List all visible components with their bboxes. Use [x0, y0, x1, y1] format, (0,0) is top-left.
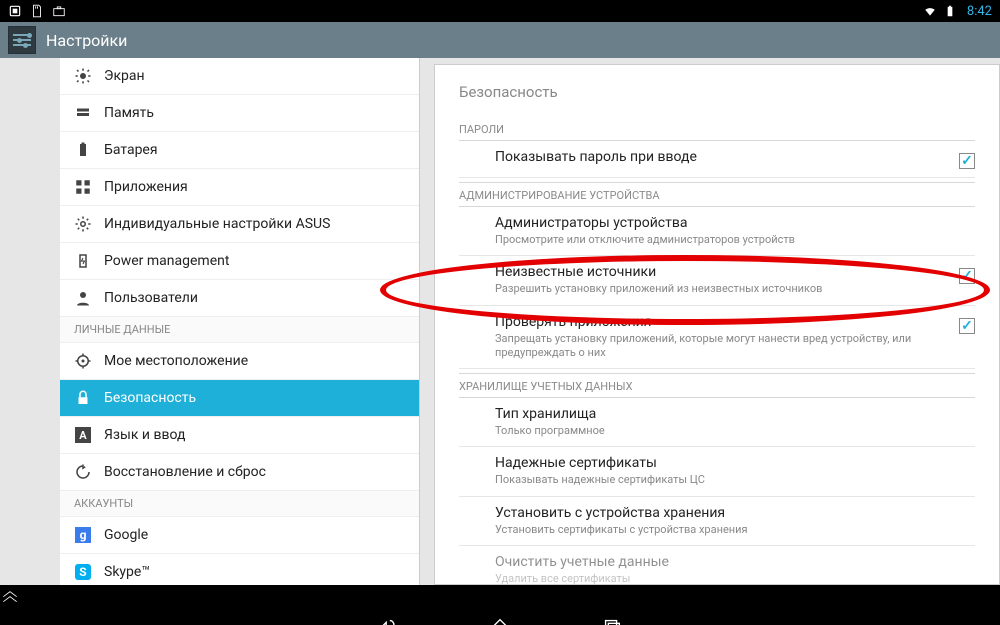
- pref-trusted-credentials[interactable]: Надежные сертификаты Показывать надежные…: [459, 447, 975, 496]
- pref-storage-type[interactable]: Тип хранилища Только программное: [459, 398, 975, 447]
- sidebar-item-power[interactable]: Power management: [60, 243, 419, 280]
- sidebar-item-google[interactable]: g Google: [60, 517, 419, 554]
- pref-sub: Только программное: [495, 424, 975, 438]
- sidebar-item-label: Индивидуальные настройки ASUS: [104, 216, 330, 232]
- gear-icon: [74, 215, 92, 233]
- sidebar-item-label: Язык и ввод: [104, 427, 185, 443]
- battery-icon: [943, 4, 957, 18]
- status-bar: 8:42: [0, 0, 1000, 22]
- pref-sub: Показывать надежные сертификаты ЦС: [495, 473, 975, 487]
- app-title: Настройки: [46, 31, 127, 50]
- sidebar-item-skype[interactable]: S Skype™: [60, 554, 419, 585]
- backup-icon: [74, 463, 92, 481]
- sidebar-item-battery[interactable]: Батарея: [60, 132, 419, 169]
- nav-expand-icon[interactable]: [0, 585, 1000, 609]
- pref-show-password[interactable]: Показывать пароль при вводе: [459, 141, 975, 178]
- pref-clear-credentials[interactable]: Очистить учетные данные Удалить все серт…: [459, 546, 975, 585]
- sidebar-item-asus[interactable]: Индивидуальные настройки ASUS: [60, 206, 419, 243]
- power-icon: [74, 252, 92, 270]
- pref-verify-apps[interactable]: Проверять приложения Запрещать установку…: [459, 306, 975, 370]
- pref-sub: Просмотрите или отключите администраторо…: [495, 233, 975, 247]
- content: Экран Память Батарея Приложения Индивиду…: [0, 58, 1000, 585]
- pref-install-from-storage[interactable]: Установить с устройства хранения Установ…: [459, 497, 975, 546]
- sidebar-item-security[interactable]: Безопасность: [60, 380, 419, 417]
- pref-sub: Разрешить установку приложений из неизве…: [495, 282, 947, 296]
- sidebar-item-label: Экран: [104, 68, 145, 84]
- pref-title: Тип хранилища: [495, 406, 975, 422]
- section-admin: АДМИНИСТРИРОВАНИЕ УСТРОЙСТВА: [459, 182, 975, 207]
- sidebar-item-backup[interactable]: Восстановление и сброс: [60, 454, 419, 491]
- pref-sub: Запрещать установку приложений, которые …: [495, 332, 947, 361]
- pref-sub: Установить сертификаты с устройства хран…: [495, 523, 975, 537]
- sidebar-item-label: Батарея: [104, 142, 158, 158]
- nav-bar: [0, 585, 1000, 625]
- screenshot-icon: [8, 4, 22, 18]
- sidebar-item-users[interactable]: Пользователи: [60, 280, 419, 317]
- battery-icon: [74, 141, 92, 159]
- briefcase-icon: [52, 4, 66, 18]
- checkbox-verify-apps[interactable]: [959, 318, 975, 334]
- status-clock: 8:42: [967, 4, 992, 19]
- sidebar-item-label: Приложения: [104, 179, 188, 195]
- sidebar-section-accounts: АККАУНТЫ: [60, 491, 419, 517]
- sidebar-item-label: Skype™: [104, 564, 150, 580]
- display-icon: [74, 67, 92, 85]
- pref-title: Проверять приложения: [495, 314, 947, 330]
- pref-title: Неизвестные источники: [495, 264, 947, 280]
- sidebar-section-personal: ЛИЧНЫЕ ДАННЫЕ: [60, 317, 419, 343]
- sidebar-item-label: Безопасность: [104, 390, 196, 406]
- status-left-icons: [8, 4, 66, 18]
- storage-icon: [74, 104, 92, 122]
- sidebar-item-label: Восстановление и сброс: [104, 464, 266, 480]
- section-credential-storage: ХРАНИЛИЩЕ УЧЕТНЫХ ДАННЫХ: [459, 373, 975, 398]
- sidebar-item-label: Память: [104, 105, 154, 121]
- screen: 8:42 Настройки Экран Память Батарея: [0, 0, 1000, 625]
- wifi-icon: [923, 4, 937, 18]
- apps-icon: [74, 178, 92, 196]
- sidebar-item-storage[interactable]: Память: [60, 95, 419, 132]
- sidebar-item-display[interactable]: Экран: [60, 58, 419, 95]
- security-panel[interactable]: Безопасность ПАРОЛИ Показывать пароль пр…: [434, 64, 1000, 585]
- pref-device-admins[interactable]: Администраторы устройства Просмотрите ил…: [459, 207, 975, 256]
- settings-sidebar[interactable]: Экран Память Батарея Приложения Индивиду…: [60, 58, 420, 585]
- nav-home-button[interactable]: [489, 616, 511, 625]
- sidebar-item-label: Мое местоположение: [104, 353, 248, 369]
- pref-title: Очистить учетные данные: [495, 554, 975, 570]
- sidebar-item-label: Пользователи: [104, 290, 198, 306]
- sidebar-item-language[interactable]: A Язык и ввод: [60, 417, 419, 454]
- google-icon: g: [74, 526, 92, 544]
- nav-recent-button[interactable]: [601, 616, 623, 625]
- pref-unknown-sources[interactable]: Неизвестные источники Разрешить установк…: [459, 256, 975, 305]
- lock-icon: [74, 389, 92, 407]
- status-right-icons: 8:42: [923, 4, 992, 19]
- skype-icon: S: [74, 563, 92, 581]
- nav-back-button[interactable]: [377, 616, 399, 625]
- checkbox-show-password[interactable]: [959, 153, 975, 169]
- sd-icon: [30, 4, 44, 18]
- pref-title: Установить с устройства хранения: [495, 505, 975, 521]
- sidebar-item-label: Google: [104, 527, 148, 543]
- panel-title: Безопасность: [459, 83, 975, 101]
- sidebar-item-label: Power management: [104, 253, 229, 269]
- section-passwords: ПАРОЛИ: [459, 117, 975, 141]
- user-icon: [74, 289, 92, 307]
- pref-sub: Удалить все сертификаты: [495, 572, 975, 585]
- app-header: Настройки: [0, 22, 1000, 58]
- panel-wrap: Безопасность ПАРОЛИ Показывать пароль пр…: [420, 58, 1000, 585]
- pref-title: Надежные сертификаты: [495, 455, 975, 471]
- sidebar-item-location[interactable]: Мое местоположение: [60, 343, 419, 380]
- language-icon: A: [74, 426, 92, 444]
- pref-title: Показывать пароль при вводе: [495, 149, 947, 165]
- settings-app-icon: [8, 26, 36, 54]
- pref-title: Администраторы устройства: [495, 215, 975, 231]
- sidebar-item-apps[interactable]: Приложения: [60, 169, 419, 206]
- checkbox-unknown-sources[interactable]: [959, 268, 975, 284]
- location-icon: [74, 352, 92, 370]
